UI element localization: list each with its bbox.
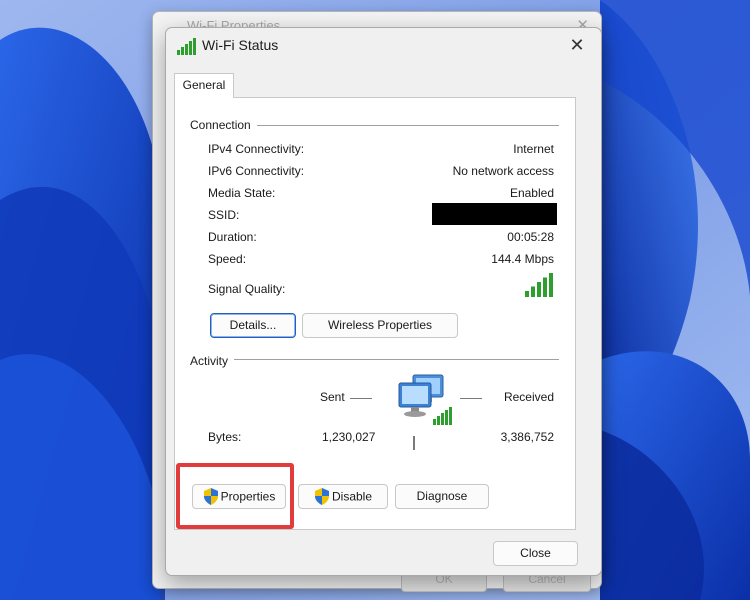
ipv6-value: No network access <box>452 164 554 178</box>
wireless-properties-button[interactable]: Wireless Properties <box>302 313 458 338</box>
received-bytes-value: 3,386,752 <box>500 430 554 444</box>
ipv6-label: IPv6 Connectivity: <box>208 164 305 178</box>
signal-bar <box>537 282 541 297</box>
uac-shield-icon <box>314 488 329 506</box>
received-dash <box>460 398 482 399</box>
activity-divider <box>195 359 559 360</box>
activity-separator <box>413 436 415 450</box>
media-state-label: Media State: <box>208 186 276 200</box>
ssid-redacted-value <box>432 203 557 225</box>
ipv4-value: Internet <box>513 142 554 156</box>
dialog-title: Wi-Fi Status <box>202 37 279 53</box>
duration-value: 00:05:28 <box>507 230 554 244</box>
signal-bar <box>531 286 535 297</box>
properties-highlight-box <box>176 463 294 529</box>
signal-bar <box>549 273 553 297</box>
signal-bar <box>525 291 529 297</box>
signal-bar <box>543 277 547 297</box>
network-computers-icon <box>398 374 452 425</box>
disable-button[interactable]: Disable <box>298 484 388 509</box>
ipv4-label: IPv4 Connectivity: <box>208 142 305 156</box>
speed-value: 144.4 Mbps <box>491 252 554 266</box>
tab-general[interactable]: General <box>174 73 234 98</box>
speed-label: Speed: <box>208 252 247 266</box>
activity-heading: Activity <box>190 354 235 368</box>
signal-quality-icon <box>525 273 553 297</box>
ssid-label: SSID: <box>208 208 240 222</box>
close-icon[interactable]: ✕ <box>563 32 591 58</box>
sent-bytes-value: 1,230,027 <box>322 430 376 444</box>
connection-heading: Connection <box>190 118 257 132</box>
sent-dash <box>350 398 372 399</box>
sent-label: Sent <box>320 390 345 404</box>
disable-button-label: Disable <box>331 489 373 504</box>
media-state-value: Enabled <box>509 186 554 200</box>
duration-label: Duration: <box>208 230 257 244</box>
details-button[interactable]: Details... <box>210 313 296 338</box>
close-button[interactable]: Close <box>493 541 578 566</box>
wifi-signal-icon <box>177 38 196 55</box>
diagnose-button[interactable]: Diagnose <box>395 484 489 509</box>
received-label: Received <box>503 390 554 404</box>
signal-quality-label: Signal Quality: <box>208 282 286 296</box>
bytes-label: Bytes: <box>208 430 242 444</box>
